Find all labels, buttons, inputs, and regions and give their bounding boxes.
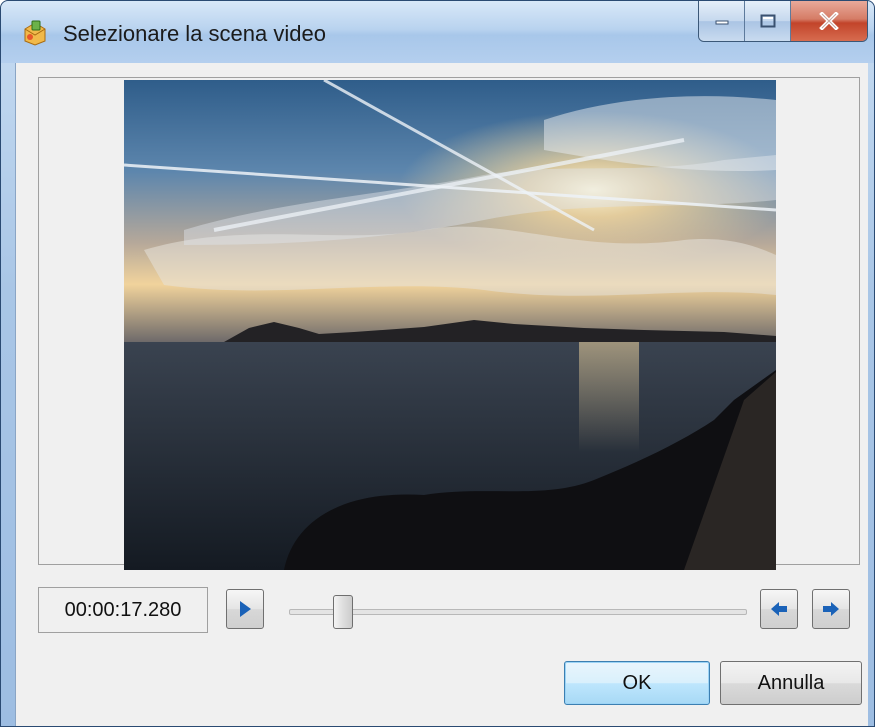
cancel-button[interactable]: Annulla: [720, 661, 862, 705]
play-button[interactable]: [226, 589, 264, 629]
close-button[interactable]: [791, 1, 867, 41]
maximize-button[interactable]: [745, 1, 791, 41]
seek-slider-thumb[interactable]: [332, 595, 353, 629]
previous-frame-button[interactable]: [760, 589, 798, 629]
close-icon: [819, 12, 839, 30]
seek-slider-track[interactable]: [289, 609, 747, 615]
minimize-button[interactable]: [699, 1, 745, 41]
arrow-left-icon: [771, 602, 787, 616]
video-preview: [124, 80, 776, 570]
minimize-icon: [715, 20, 728, 25]
ok-button[interactable]: OK: [564, 661, 710, 705]
caption-buttons: [698, 1, 868, 42]
dialog-window: Selezionare la scena video 00:00:17.280 …: [0, 0, 875, 727]
video-preview-frame: [38, 77, 860, 570]
timecode-display: 00:00:17.280: [38, 587, 208, 633]
window-title: Selezionare la scena video: [63, 21, 326, 46]
play-icon: [240, 601, 251, 617]
maximize-icon: [760, 14, 775, 28]
dialog-body: 00:00:17.280 OK Annulla: [15, 63, 868, 726]
title-bar[interactable]: Selezionare la scena video: [1, 1, 874, 63]
next-frame-button[interactable]: [812, 589, 850, 629]
arrow-right-icon: [823, 602, 839, 616]
app-icon: [24, 20, 46, 46]
